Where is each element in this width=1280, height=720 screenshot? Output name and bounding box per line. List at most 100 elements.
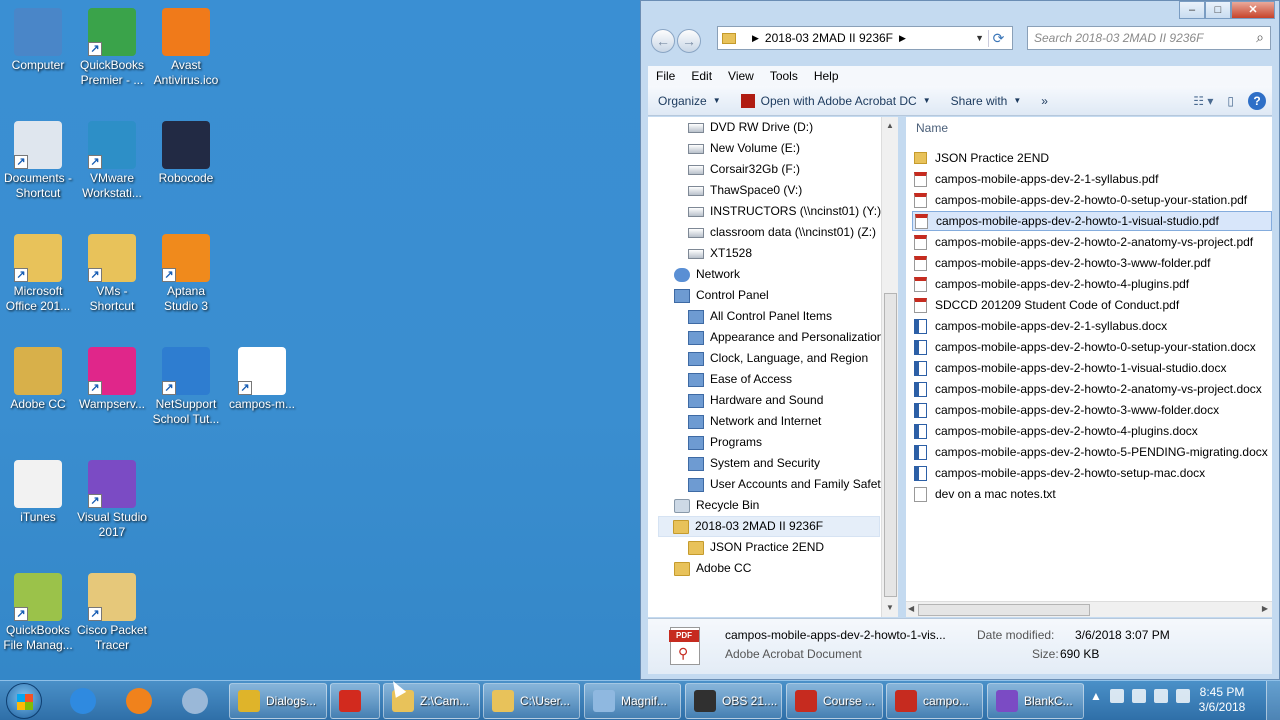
- file-item[interactable]: campos-mobile-apps-dev-2-howto-3-www-fol…: [912, 400, 1272, 420]
- clock[interactable]: 8:45 PM 3/6/2018: [1194, 685, 1250, 715]
- nav-item[interactable]: Clock, Language, and Region: [688, 348, 868, 369]
- scroll-right-icon[interactable]: ▶: [1262, 604, 1268, 613]
- file-item[interactable]: campos-mobile-apps-dev-2-howto-setup-mac…: [912, 463, 1272, 483]
- refresh-icon[interactable]: ⟳: [988, 29, 1008, 47]
- scroll-up-icon[interactable]: ▲: [886, 121, 894, 130]
- volume-icon[interactable]: [1175, 689, 1190, 703]
- file-item[interactable]: campos-mobile-apps-dev-2-howto-0-setup-y…: [912, 337, 1272, 357]
- open-with-button[interactable]: Open with Adobe Acrobat DC ▼: [731, 93, 941, 108]
- column-header-name[interactable]: Name: [916, 121, 948, 135]
- file-item[interactable]: campos-mobile-apps-dev-2-1-syllabus.pdf: [912, 169, 1272, 189]
- desktop-icon[interactable]: ↗ VMware Workstati...: [74, 121, 150, 201]
- close-button[interactable]: ✕: [1231, 1, 1275, 19]
- file-item[interactable]: campos-mobile-apps-dev-2-howto-0-setup-y…: [912, 190, 1272, 210]
- address-bar[interactable]: ▶ 2018-03 2MAD II 9236F ▶ ▼ ⟳: [717, 26, 1013, 50]
- desktop-icon[interactable]: Computer: [0, 8, 76, 73]
- menu-tools[interactable]: Tools: [762, 69, 806, 83]
- title-bar[interactable]: – □ ✕: [641, 1, 1279, 23]
- start-button[interactable]: [6, 683, 42, 719]
- scroll-left-icon[interactable]: ◀: [908, 604, 914, 613]
- file-item[interactable]: campos-mobile-apps-dev-2-howto-1-visual-…: [912, 358, 1272, 378]
- desktop-icon[interactable]: ↗ Documents - Shortcut: [0, 121, 76, 201]
- share-with-button[interactable]: Share with ▼: [941, 94, 1032, 108]
- desktop-icon[interactable]: ↗ Aptana Studio 3: [148, 234, 224, 314]
- taskbar-window-button[interactable]: Magnif...: [584, 683, 681, 719]
- nav-item[interactable]: New Volume (E:): [688, 138, 800, 159]
- desktop-icon[interactable]: iTunes: [0, 460, 76, 525]
- taskbar-window-button[interactable]: C:\User...: [483, 683, 580, 719]
- menu-view[interactable]: View: [720, 69, 762, 83]
- nav-item[interactable]: Corsair32Gb (F:): [688, 159, 800, 180]
- taskbar-window-button[interactable]: Dialogs...: [229, 683, 327, 719]
- file-item[interactable]: campos-mobile-apps-dev-2-howto-2-anatomy…: [912, 379, 1272, 399]
- desktop-icon[interactable]: ↗ Cisco Packet Tracer: [74, 573, 150, 653]
- file-item[interactable]: campos-mobile-apps-dev-2-howto-2-anatomy…: [912, 232, 1272, 252]
- nav-item[interactable]: XT1528: [688, 243, 752, 264]
- file-item[interactable]: JSON Practice 2END: [912, 148, 1272, 168]
- desktop-icon[interactable]: ↗ campos-m...: [224, 347, 300, 412]
- menu-help[interactable]: Help: [806, 69, 847, 83]
- taskbar-window-button[interactable]: BlankC...: [987, 683, 1084, 719]
- nav-item[interactable]: ThawSpace0 (V:): [688, 180, 802, 201]
- network-icon[interactable]: [1153, 689, 1168, 703]
- horizontal-scrollbar[interactable]: ◀ ▶: [906, 601, 1272, 617]
- taskbar-window-button[interactable]: [330, 683, 380, 719]
- nav-item[interactable]: Programs: [688, 432, 762, 453]
- nav-item[interactable]: Adobe CC: [674, 558, 751, 579]
- taskbar-window-button[interactable]: OBS 21....: [685, 683, 782, 719]
- nav-item[interactable]: System and Security: [688, 453, 820, 474]
- nav-item[interactable]: Hardware and Sound: [688, 390, 823, 411]
- more-commands-button[interactable]: »: [1031, 94, 1058, 108]
- menu-edit[interactable]: Edit: [683, 69, 720, 83]
- nav-item[interactable]: Control Panel: [674, 285, 769, 306]
- chevron-down-icon[interactable]: ▼: [923, 96, 931, 105]
- search-icon[interactable]: ⌕: [1256, 29, 1264, 46]
- maximize-button[interactable]: □: [1205, 1, 1231, 19]
- desktop-icon[interactable]: Robocode: [148, 121, 224, 186]
- view-options-icon[interactable]: ☷ ▾: [1193, 94, 1213, 108]
- chevron-right-icon[interactable]: ▶: [899, 33, 906, 44]
- scrollbar-thumb[interactable]: [918, 604, 1090, 616]
- desktop-icon[interactable]: Avast Antivirus.ico: [148, 8, 224, 88]
- back-button[interactable]: ←: [651, 29, 675, 53]
- nav-item[interactable]: All Control Panel Items: [688, 306, 832, 327]
- file-item[interactable]: campos-mobile-apps-dev-2-howto-4-plugins…: [912, 421, 1272, 441]
- nav-item[interactable]: Recycle Bin: [674, 495, 759, 516]
- desktop-icon[interactable]: ↗ VMs - Shortcut: [74, 234, 150, 314]
- nav-item[interactable]: 2018-03 2MAD II 9236F: [658, 516, 880, 537]
- tray-app-icon[interactable]: [1109, 689, 1124, 703]
- menu-file[interactable]: File: [648, 69, 683, 83]
- forward-button[interactable]: →: [677, 29, 701, 53]
- taskbar-pinned-app[interactable]: [118, 685, 162, 717]
- taskbar-window-button[interactable]: Course ...: [786, 683, 883, 719]
- nav-item[interactable]: User Accounts and Family Safety: [688, 474, 887, 495]
- preview-pane-icon[interactable]: ▯: [1227, 94, 1234, 108]
- file-item[interactable]: campos-mobile-apps-dev-2-1-syllabus.docx: [912, 316, 1272, 336]
- nav-item[interactable]: DVD RW Drive (D:): [688, 117, 813, 138]
- desktop-icon[interactable]: ↗ Microsoft Office 201...: [0, 234, 76, 314]
- nav-item[interactable]: Network and Internet: [688, 411, 821, 432]
- nav-item[interactable]: INSTRUCTORS (\\ncinst01) (Y:): [688, 201, 881, 222]
- nav-item[interactable]: Network: [674, 264, 740, 285]
- scroll-down-icon[interactable]: ▼: [886, 603, 894, 612]
- address-crumb[interactable]: 2018-03 2MAD II 9236F: [765, 31, 893, 45]
- taskbar-window-button[interactable]: campo...: [886, 683, 983, 719]
- navigation-scrollbar[interactable]: ▲ ▼: [881, 117, 898, 617]
- show-hidden-icons-icon[interactable]: ▲: [1090, 689, 1102, 703]
- nav-item[interactable]: Appearance and Personalization: [688, 327, 883, 348]
- tray-app-icon[interactable]: [1131, 689, 1146, 703]
- show-desktop-button[interactable]: [1266, 681, 1280, 720]
- desktop-icon[interactable]: ↗ QuickBooks File Manag...: [0, 573, 76, 653]
- file-item[interactable]: dev on a mac notes.txt: [912, 484, 1272, 504]
- taskbar-pinned-app[interactable]: [174, 685, 218, 717]
- taskbar-pinned-app[interactable]: [62, 685, 106, 717]
- help-icon[interactable]: ?: [1248, 91, 1266, 110]
- desktop-icon[interactable]: ↗ Visual Studio 2017: [74, 460, 150, 540]
- scrollbar-thumb[interactable]: [884, 293, 897, 597]
- desktop-icon[interactable]: ↗ NetSupport School Tut...: [148, 347, 224, 427]
- nav-item[interactable]: classroom data (\\ncinst01) (Z:): [688, 222, 876, 243]
- chevron-down-icon[interactable]: ▼: [975, 33, 984, 43]
- desktop-icon[interactable]: ↗ QuickBooks Premier - ...: [74, 8, 150, 88]
- nav-item[interactable]: Ease of Access: [688, 369, 792, 390]
- desktop-icon[interactable]: ↗ Wampserv...: [74, 347, 150, 412]
